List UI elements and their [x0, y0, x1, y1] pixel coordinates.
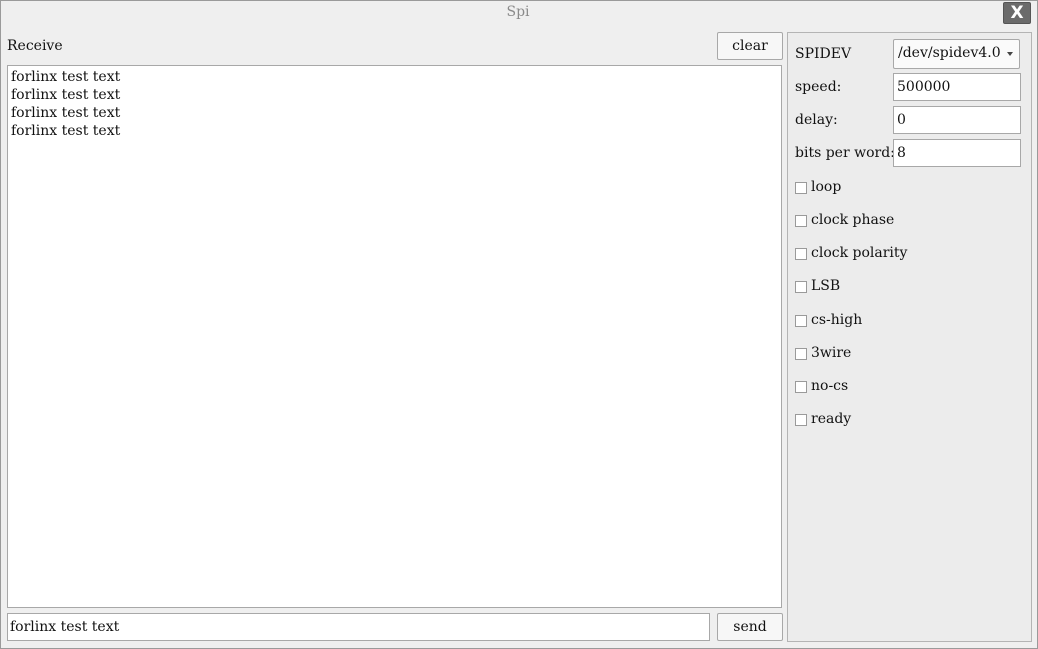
receive-line: forlinx test text [11, 87, 121, 103]
window-title: Spi [506, 4, 530, 20]
send-button[interactable]: send [717, 613, 783, 641]
checkbox-icon[interactable] [795, 182, 807, 194]
option-label: loop [811, 179, 842, 195]
option-label: no-cs [811, 378, 849, 394]
option-label: LSB [811, 278, 841, 294]
option-label: clock phase [811, 212, 895, 228]
receive-line: forlinx test text [11, 69, 121, 85]
option-label: ready [811, 411, 852, 427]
checkbox-icon[interactable] [795, 215, 807, 227]
spidev-select[interactable]: /dev/spidev4.0 [893, 39, 1020, 69]
send-input[interactable]: forlinx test text [7, 613, 710, 641]
checkbox-icon[interactable] [795, 281, 807, 293]
option-label: clock polarity [811, 245, 908, 261]
speed-input[interactable]: 500000 [893, 73, 1021, 101]
checkbox-icon[interactable] [795, 348, 807, 360]
bits-per-word-input[interactable]: 8 [893, 139, 1021, 167]
checkbox-icon[interactable] [795, 248, 807, 260]
delay-label: delay: [795, 112, 838, 128]
spidev-label: SPIDEV [795, 46, 852, 62]
close-button[interactable]: X [1003, 2, 1031, 24]
spidev-value: /dev/spidev4.0 [898, 45, 1001, 61]
speed-label: speed: [795, 79, 842, 95]
receive-line: forlinx test text [11, 123, 121, 139]
clear-button[interactable]: clear [717, 32, 783, 60]
option-label: 3wire [811, 345, 852, 361]
checkbox-icon[interactable] [795, 381, 807, 393]
dropdown-arrow-icon [1007, 52, 1013, 56]
receive-line: forlinx test text [11, 105, 121, 121]
checkbox-icon[interactable] [795, 414, 807, 426]
receive-textarea[interactable]: forlinx test text forlinx test text forl… [7, 65, 782, 608]
receive-label: Receive [7, 38, 63, 54]
checkbox-icon[interactable] [795, 315, 807, 327]
bits-per-word-label: bits per word: [795, 145, 895, 161]
option-label: cs-high [811, 312, 863, 328]
delay-input[interactable]: 0 [893, 106, 1021, 134]
